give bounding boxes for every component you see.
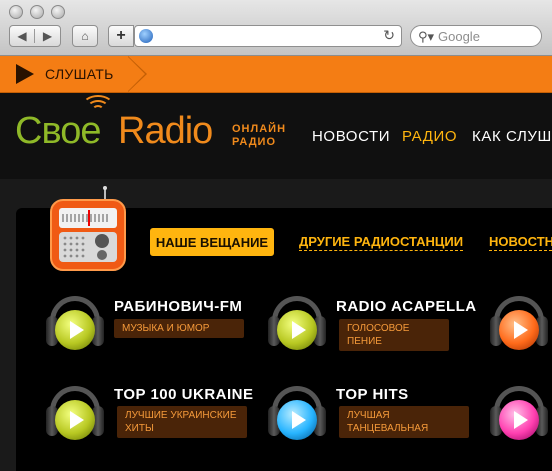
add-bookmark-button[interactable]: + — [108, 25, 134, 47]
play-icon — [292, 411, 306, 429]
tagline-line2: РАДИО — [232, 136, 277, 148]
back-forward-group: ◀ ▶ — [9, 25, 61, 47]
zoom-window-button[interactable] — [51, 5, 65, 19]
search-icon: ⚲▾ — [418, 29, 435, 44]
forward-arrow-icon[interactable]: ▶ — [35, 29, 60, 43]
play-icon — [70, 411, 84, 429]
station-item[interactable]: РАБИНОВИЧ-FM МУЗЫКА И ЮМОР — [44, 296, 254, 360]
station-item[interactable]: TOP 100 UKRAINE ЛУЧШИЕ УКРАИНСКИЕ ХИТЫ — [44, 386, 254, 450]
tab-news-stations[interactable]: НОВОСТНЫ — [489, 233, 552, 251]
retro-radio-icon — [50, 186, 126, 271]
signal-wave-icon — [82, 95, 114, 117]
nav-news[interactable]: НОВОСТИ — [312, 128, 390, 145]
tab-our-broadcast[interactable]: НАШЕ ВЕЩАНИЕ — [150, 228, 274, 256]
headphones-play-icon[interactable] — [44, 386, 106, 448]
nav-how-to-listen[interactable]: КАК СЛУШ — [472, 128, 552, 145]
headphones-play-icon[interactable] — [488, 296, 550, 358]
station-tag: ЛУЧШАЯ ТАНЦЕВАЛЬНАЯ — [339, 406, 469, 438]
home-button[interactable]: ⌂ — [72, 25, 98, 47]
globe-icon — [139, 29, 153, 43]
site-header: Свое Radio ОНЛАЙН РАДИО НОВОСТИ РАДИО КА… — [0, 93, 552, 179]
headphones-play-icon[interactable] — [488, 386, 550, 448]
station-name[interactable]: RADIO ACAPELLA — [336, 298, 477, 315]
reload-icon[interactable]: ↻ — [383, 27, 395, 44]
station-name[interactable]: TOP HITS — [336, 386, 409, 403]
listen-button[interactable]: СЛУШАТЬ — [0, 56, 128, 92]
station-tag: ГОЛОСОВОЕ ПЕНИЕ — [339, 319, 449, 351]
play-icon — [70, 321, 84, 339]
station-item[interactable] — [488, 386, 552, 450]
logo-part2: Radio — [118, 110, 213, 152]
station-name[interactable]: TOP 100 UKRAINE — [114, 386, 254, 403]
headphones-play-icon[interactable] — [266, 386, 328, 448]
address-bar[interactable]: ↻ — [134, 25, 402, 47]
listen-label: СЛУШАТЬ — [45, 66, 114, 82]
play-icon — [16, 64, 34, 84]
station-name[interactable]: РАБИНОВИЧ-FM — [114, 298, 242, 315]
headphones-play-icon[interactable] — [44, 296, 106, 358]
play-icon — [292, 321, 306, 339]
headphones-play-icon[interactable] — [266, 296, 328, 358]
home-icon: ⌂ — [81, 29, 89, 43]
nav-radio[interactable]: РАДИО — [402, 128, 457, 145]
search-placeholder: Google — [438, 29, 480, 44]
tagline-line1: ОНЛАЙН — [232, 123, 287, 135]
close-window-button[interactable] — [9, 5, 23, 19]
search-field[interactable]: ⚲▾ Google — [410, 25, 542, 47]
station-tag: МУЗЫКА И ЮМОР — [114, 319, 244, 338]
play-icon — [514, 321, 528, 339]
station-tag: ЛУЧШИЕ УКРАИНСКИЕ ХИТЫ — [117, 406, 247, 438]
logo-part1: Свое — [15, 110, 101, 152]
browser-toolbar: ◀ ▶ ⌂ + ↻ ⚲▾ Google — [0, 0, 552, 56]
back-arrow-icon[interactable]: ◀ — [10, 29, 36, 43]
station-item[interactable] — [488, 296, 552, 360]
listen-bar: СЛУШАТЬ — [0, 56, 552, 93]
logo-tagline: ОНЛАЙН РАДИО — [232, 123, 286, 149]
tab-other-stations[interactable]: ДРУГИЕ РАДИОСТАНЦИИ — [299, 233, 464, 251]
play-icon — [514, 411, 528, 429]
station-item[interactable]: TOP HITS ЛУЧШАЯ ТАНЦЕВАЛЬНАЯ — [266, 386, 476, 450]
station-item[interactable]: RADIO ACAPELLA ГОЛОСОВОЕ ПЕНИЕ — [266, 296, 476, 360]
plus-icon: + — [116, 27, 126, 44]
minimize-window-button[interactable] — [30, 5, 44, 19]
